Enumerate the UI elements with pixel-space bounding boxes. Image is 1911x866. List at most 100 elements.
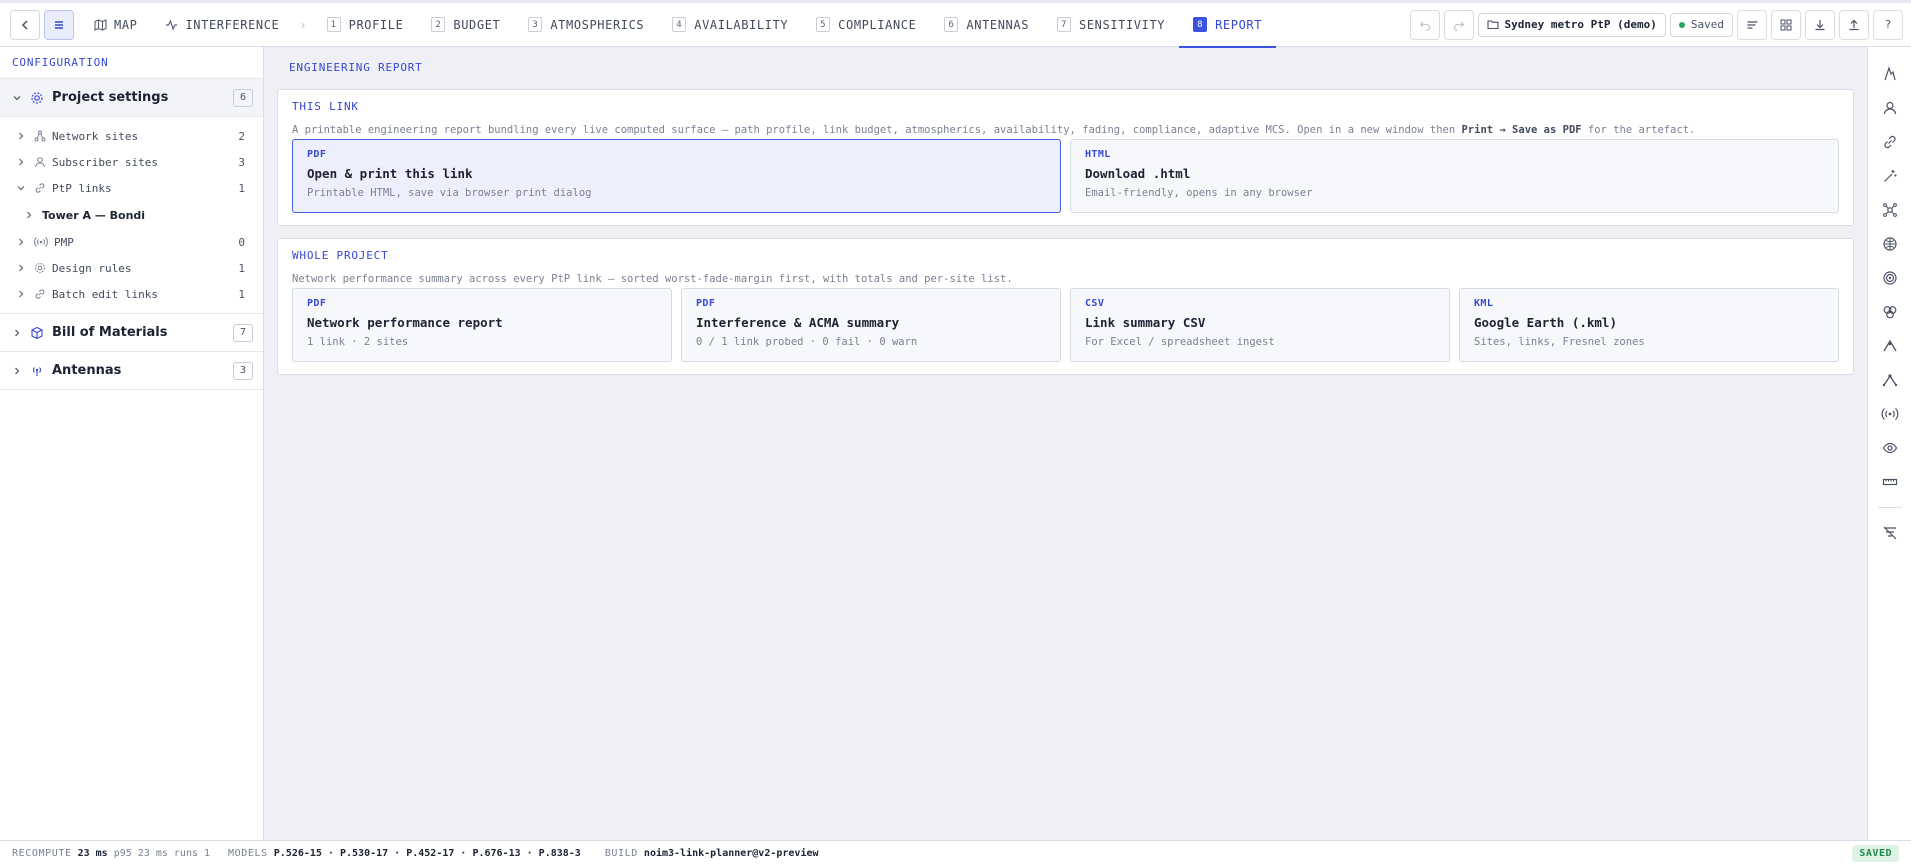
sidebar-item-network-sites[interactable]: Network sites 2 [0, 123, 263, 149]
sidebar-item-pmp[interactable]: PMP 0 [0, 229, 263, 255]
panel-description: Network performance summary across every… [292, 273, 1013, 285]
report-cards: PDF Network performance report 1 link · … [292, 288, 1839, 362]
user-tool-button[interactable] [1875, 91, 1905, 125]
google-earth-kml-card[interactable]: KML Google Earth (.kml) Sites, links, Fr… [1459, 288, 1839, 362]
tab-interference[interactable]: INTERFERENCE [151, 3, 293, 47]
globe-tool-button[interactable] [1875, 227, 1905, 261]
sidebar-item-batch-edit-links[interactable]: Batch edit links 1 [0, 281, 263, 307]
tab-report[interactable]: 8 REPORT [1179, 3, 1277, 48]
help-label: ? [1884, 18, 1892, 31]
link-icon [34, 288, 46, 300]
user-icon [34, 156, 46, 168]
download-button[interactable] [1805, 9, 1835, 40]
help-button[interactable]: ? [1873, 9, 1903, 40]
coverage-tool-button[interactable] [1875, 295, 1905, 329]
path-icon [1882, 338, 1898, 354]
upload-button[interactable] [1839, 9, 1869, 40]
undo-icon [1419, 19, 1431, 31]
tab-availability[interactable]: 4 AVAILABILITY [658, 3, 802, 47]
sidebar-title: CONFIGURATION [0, 47, 263, 79]
sidebar-group-antennas[interactable]: Antennas 3 [0, 352, 263, 390]
count-badge: 6 [233, 88, 253, 107]
sidebar-item-design-rules[interactable]: Design rules 1 [0, 255, 263, 281]
card-format: HTML [1085, 149, 1111, 160]
grid-view-button[interactable] [1771, 9, 1801, 40]
tab-compliance[interactable]: 5 COMPLIANCE [802, 3, 930, 47]
measure-tool-button[interactable] [1875, 465, 1905, 499]
tab-map[interactable]: MAP [80, 3, 151, 47]
upload-icon [1848, 19, 1860, 31]
link-icon [34, 182, 46, 194]
tab-budget[interactable]: 2 BUDGET [417, 3, 514, 47]
main-nav: MAP INTERFERENCE › 1 PROFILE 2 BUDGET 3 … [80, 3, 1277, 48]
card-title: Download .html [1085, 166, 1191, 181]
interference-acma-summary-card[interactable]: PDF Interference & ACMA summary 0 / 1 li… [681, 288, 1061, 362]
card-meta: Sites, links, Fresnel zones [1474, 336, 1645, 348]
folder-icon [1486, 19, 1499, 30]
right-tool-rail [1867, 47, 1911, 840]
group-label: Project settings [52, 90, 169, 105]
panel-title: WHOLE PROJECT [292, 249, 389, 262]
project-settings-items: Network sites 2 Subscriber sites 3 PtP l… [0, 117, 263, 314]
card-meta: For Excel / spreadsheet ingest [1085, 336, 1275, 348]
models-label: MODELS [228, 848, 268, 859]
tab-profile[interactable]: 1 PROFILE [313, 3, 418, 47]
sidebar-item-subscriber-sites[interactable]: Subscriber sites 3 [0, 149, 263, 175]
list-view-button[interactable] [1737, 9, 1767, 40]
build-label: BUILD [604, 848, 638, 859]
sidebar-group-bill-of-materials[interactable]: Bill of Materials 7 [0, 314, 263, 352]
open-print-link-card[interactable]: PDF Open & print this link Printable HTM… [292, 139, 1061, 213]
profile-tool-button[interactable] [1875, 57, 1905, 91]
tab-antennas[interactable]: 6 ANTENNAS [930, 3, 1043, 47]
redo-button[interactable] [1443, 9, 1474, 40]
network-tool-button[interactable] [1875, 193, 1905, 227]
network-performance-report-card[interactable]: PDF Network performance report 1 link · … [292, 288, 672, 362]
tab-label: BUDGET [453, 17, 501, 32]
map-icon [94, 18, 107, 31]
card-title: Google Earth (.kml) [1474, 315, 1617, 330]
card-title: Interference & ACMA summary [696, 315, 900, 330]
desc-bold: Print → Save as PDF [1461, 124, 1582, 136]
card-meta: 1 link · 2 sites [307, 336, 409, 348]
step-number: 8 [1193, 17, 1208, 32]
card-format: PDF [307, 298, 327, 309]
magic-tool-button[interactable] [1875, 159, 1905, 193]
sidebar-item-ptp-links[interactable]: PtP links 1 [0, 175, 263, 201]
tab-atmospherics[interactable]: 3 ATMOSPHERICS [514, 3, 658, 47]
item-label: Network sites [52, 129, 139, 143]
broadcast-tool-button[interactable] [1875, 397, 1905, 431]
sidebar: CONFIGURATION Project settings 6 Network… [0, 47, 264, 840]
undo-button[interactable] [1409, 9, 1440, 40]
card-meta: Printable HTML, save via browser print d… [307, 187, 592, 199]
desc-text: for the artefact. [1581, 124, 1696, 136]
path-tool-button[interactable] [1875, 329, 1905, 363]
chevron-right-icon [16, 237, 26, 247]
tab-sensitivity[interactable]: 7 SENSITIVITY [1043, 3, 1179, 47]
back-button[interactable] [10, 9, 40, 40]
sidebar-group-project-settings[interactable]: Project settings 6 [0, 79, 263, 117]
tab-label: COMPLIANCE [838, 17, 917, 32]
project-selector[interactable]: Sydney metro PtP (demo) [1477, 12, 1666, 37]
this-link-panel: THIS LINK A printable engineering report… [277, 89, 1854, 226]
item-label: Batch edit links [52, 287, 158, 301]
link-tool-button[interactable] [1875, 125, 1905, 159]
clear-filter-button[interactable] [1875, 516, 1905, 550]
menu-toggle-button[interactable] [44, 9, 74, 40]
tab-label: AVAILABILITY [694, 17, 789, 32]
target-tool-button[interactable] [1875, 261, 1905, 295]
broadcast-icon [34, 236, 48, 248]
item-count: 2 [238, 129, 245, 143]
group-label: Antennas [52, 363, 122, 378]
sidebar-item-link-tower-a-bondi[interactable]: Tower A — Bondi [0, 201, 263, 229]
tab-label: MAP [114, 17, 138, 32]
whole-project-panel: WHOLE PROJECT Network performance summar… [277, 238, 1854, 375]
relay-tool-button[interactable] [1875, 363, 1905, 397]
group-label: Bill of Materials [52, 325, 168, 340]
step-number: 4 [672, 17, 687, 32]
item-count: 0 [238, 235, 245, 249]
project-name: Sydney metro PtP (demo) [1504, 18, 1657, 31]
visibility-tool-button[interactable] [1875, 431, 1905, 465]
link-summary-csv-card[interactable]: CSV Link summary CSV For Excel / spreads… [1070, 288, 1450, 362]
item-count: 1 [238, 181, 245, 195]
download-html-card[interactable]: HTML Download .html Email-friendly, open… [1070, 139, 1839, 213]
